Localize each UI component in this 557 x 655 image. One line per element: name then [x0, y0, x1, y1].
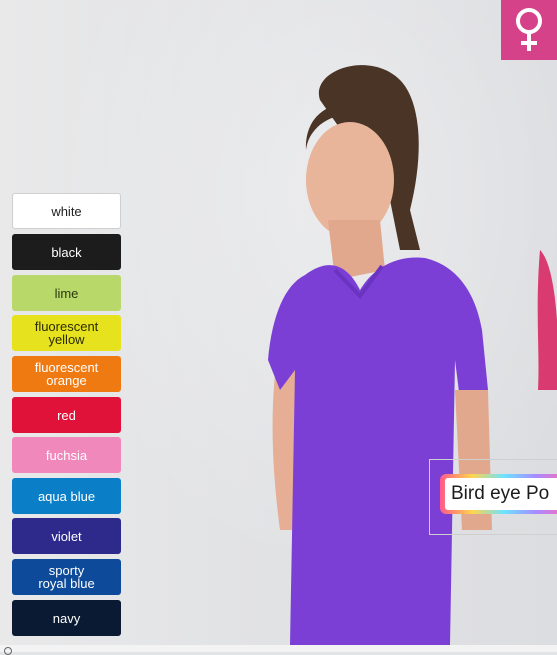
swatch-navy[interactable]: navy — [12, 600, 121, 636]
model-figure-icon — [268, 65, 557, 645]
product-name: Bird eye Po — [451, 483, 550, 504]
bottom-strip — [0, 645, 557, 655]
swatch-label: white — [51, 203, 82, 219]
swatch-label-line2: yellow — [48, 332, 85, 347]
swatch-label: fuchsia — [45, 447, 88, 463]
swatch-fuchsia[interactable]: fuchsia — [12, 437, 121, 473]
product-label: Bird eye Po — [429, 459, 557, 535]
swatch-violet[interactable]: violet — [12, 518, 121, 554]
model-photo — [250, 60, 557, 645]
swatch-sporty-royal-blue[interactable]: sporty royal blue — [12, 559, 121, 595]
swatch-fluorescent-orange[interactable]: fluorescent orange — [12, 356, 121, 392]
swatch-fluorescent-yellow[interactable]: fluorescent yellow — [12, 315, 121, 351]
swatch-label: violet — [51, 528, 82, 544]
swatch-label: black — [51, 244, 82, 260]
swatch-label: navy — [52, 610, 81, 626]
swatch-label: aqua blue — [37, 488, 96, 504]
swatch-label-line2: royal blue — [38, 576, 95, 591]
swatch-black[interactable]: black — [12, 234, 121, 270]
indicator-dot-icon — [4, 647, 12, 655]
product-name-tag[interactable]: Bird eye Po — [440, 474, 557, 514]
swatch-label: lime — [54, 285, 79, 301]
swatch-white[interactable]: white — [12, 193, 121, 229]
swatch-lime[interactable]: lime — [12, 275, 121, 311]
female-badge — [501, 0, 557, 60]
swatch-red[interactable]: red — [12, 397, 121, 433]
swatch-aqua-blue[interactable]: aqua blue — [12, 478, 121, 514]
swatch-label: red — [57, 407, 76, 423]
swatch-label-line2: orange — [46, 373, 87, 388]
female-symbol-icon — [516, 8, 542, 51]
